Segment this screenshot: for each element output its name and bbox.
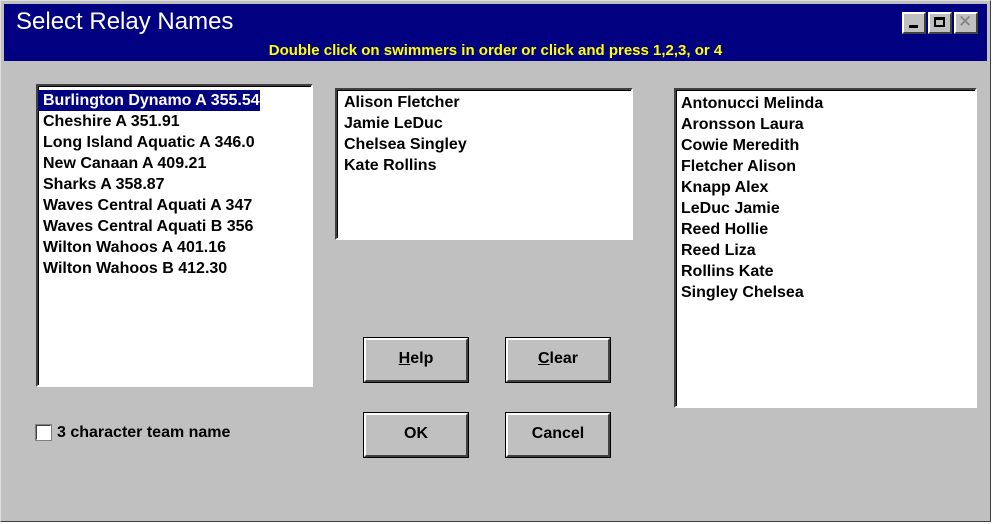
relay-names-dialog: Select Relay Names ✕ Double click on swi… bbox=[0, 0, 991, 522]
swimmer-item[interactable]: Knapp Alex bbox=[676, 177, 823, 198]
help-label: elp bbox=[410, 350, 434, 367]
swimmer-items: Antonucci Melinda Aronsson Laura Cowie Mer… bbox=[676, 93, 823, 303]
swimmer-item[interactable]: Fletcher Alison bbox=[676, 156, 823, 177]
swimmer-item[interactable]: Cowie Meredith bbox=[676, 135, 823, 156]
swimmer-item[interactable]: Singley Chelsea bbox=[676, 282, 823, 303]
swimmer-item[interactable]: Aronsson Laura bbox=[676, 114, 823, 135]
relay-order-list[interactable]: Alison Fletcher Jamie LeDuc Chelsea Single… bbox=[335, 88, 633, 240]
relay-swimmer-item[interactable]: Chelsea Singley bbox=[339, 134, 467, 155]
close-icon: ✕ bbox=[958, 12, 973, 32]
three-char-team-name-label: 3 character team name bbox=[57, 424, 231, 441]
team-relay-item[interactable]: Waves Central Aquati B 356 bbox=[38, 216, 260, 237]
swimmer-item[interactable]: Antonucci Melinda bbox=[676, 93, 823, 114]
instruction-banner: Double click on swimmers in order or cli… bbox=[4, 41, 987, 61]
swimmer-item[interactable]: Reed Liza bbox=[676, 240, 823, 261]
team-relay-list[interactable]: Burlington Dynamo A 355.54 Cheshire A 351… bbox=[36, 84, 313, 387]
relay-order-items: Alison Fletcher Jamie LeDuc Chelsea Single… bbox=[339, 92, 467, 176]
team-relay-item[interactable]: Wilton Wahoos B 412.30 bbox=[38, 258, 260, 279]
title-bar[interactable]: Select Relay Names ✕ bbox=[4, 4, 987, 41]
clear-label: lear bbox=[549, 350, 579, 367]
swimmer-item[interactable]: LeDuc Jamie bbox=[676, 198, 823, 219]
relay-swimmer-item[interactable]: Kate Rollins bbox=[339, 155, 467, 176]
ok-button[interactable]: OK bbox=[363, 412, 469, 458]
swimmer-item[interactable]: Reed Hollie bbox=[676, 219, 823, 240]
team-relay-items: Burlington Dynamo A 355.54 Cheshire A 351… bbox=[38, 90, 260, 279]
help-mnemonic: H bbox=[398, 350, 411, 367]
team-relay-item[interactable]: Burlington Dynamo A 355.54 bbox=[38, 90, 260, 111]
cancel-button[interactable]: Cancel bbox=[505, 412, 611, 458]
team-relay-item[interactable]: Sharks A 358.87 bbox=[38, 174, 260, 195]
minimize-icon bbox=[909, 25, 918, 28]
relay-swimmer-item[interactable]: Alison Fletcher bbox=[339, 92, 467, 113]
three-char-team-name-checkbox[interactable] bbox=[35, 424, 52, 441]
minimize-button[interactable] bbox=[902, 12, 926, 34]
window-title: Select Relay Names bbox=[16, 8, 234, 35]
swimmer-item[interactable]: Rollins Kate bbox=[676, 261, 823, 282]
team-relay-item[interactable]: Waves Central Aquati A 347 bbox=[38, 195, 260, 216]
clear-button[interactable]: Clear bbox=[505, 337, 611, 383]
team-relay-item[interactable]: Cheshire A 351.91 bbox=[38, 111, 260, 132]
maximize-button[interactable] bbox=[928, 12, 952, 34]
close-button[interactable]: ✕ bbox=[954, 12, 978, 34]
relay-swimmer-item[interactable]: Jamie LeDuc bbox=[339, 113, 467, 134]
help-button[interactable]: Help bbox=[363, 337, 469, 383]
clear-mnemonic: C bbox=[537, 350, 550, 367]
team-relay-item[interactable]: New Canaan A 409.21 bbox=[38, 153, 260, 174]
team-relay-item[interactable]: Long Island Aquatic A 346.0 bbox=[38, 132, 260, 153]
team-relay-item[interactable]: Wilton Wahoos A 401.16 bbox=[38, 237, 260, 258]
maximize-icon bbox=[934, 17, 945, 27]
swimmer-list[interactable]: Antonucci Melinda Aronsson Laura Cowie Mer… bbox=[674, 88, 977, 408]
